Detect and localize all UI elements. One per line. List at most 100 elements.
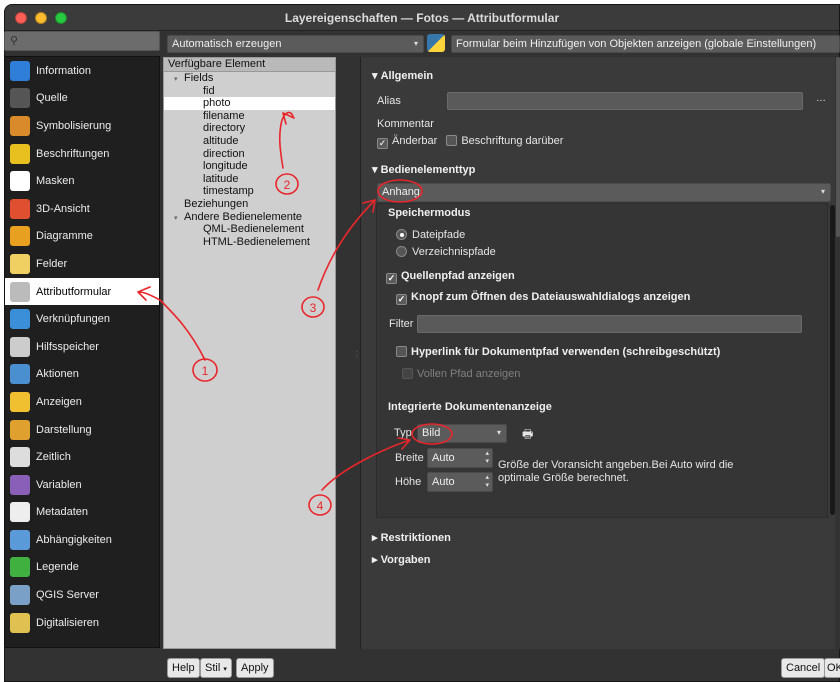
- tree-field-item[interactable]: fid: [164, 85, 335, 98]
- sidebar-item-information[interactable]: Information: [5, 57, 159, 85]
- constraints-section-header[interactable]: ▸ Restriktionen: [372, 531, 451, 544]
- close-window-button[interactable]: [15, 12, 27, 24]
- tree-item-label: Andere Bedienelemente: [184, 210, 303, 223]
- sidebar-item-qgis-server[interactable]: QGIS Server: [5, 581, 159, 609]
- tree-group-item[interactable]: ▾ Fields: [164, 72, 335, 85]
- suppress-form-combo[interactable]: Formular beim Hinzufügen von Objekten an…: [451, 35, 840, 53]
- sidebar-item-metadaten[interactable]: Metadaten: [5, 499, 159, 527]
- tree-field-item[interactable]: HTML-Bedienelement: [164, 236, 335, 249]
- sidebar-item-aktionen[interactable]: Aktionen: [5, 361, 159, 389]
- general-section-header[interactable]: ▾ Allgemein: [372, 69, 433, 82]
- zoom-window-button[interactable]: [55, 12, 67, 24]
- viewer-type-combo[interactable]: Bild ▾: [417, 424, 507, 443]
- sidebar-item-quelle[interactable]: Quelle: [5, 85, 159, 113]
- label-on-top-checkbox[interactable]: [446, 135, 458, 146]
- expression-button[interactable]: …: [816, 93, 826, 104]
- sidebar-item-hilfsspeicher[interactable]: Hilfsspeicher: [5, 333, 159, 361]
- window-controls: [15, 12, 67, 24]
- sidebar-item-felder[interactable]: Felder: [5, 250, 159, 278]
- cancel-button[interactable]: Cancel: [781, 658, 826, 678]
- sidebar-item-verknüpfungen[interactable]: Verknüpfungen: [5, 305, 159, 333]
- sidebar-item-attributformular[interactable]: Attributformular: [5, 277, 159, 306]
- sidebar-item-label: Anzeigen: [36, 395, 82, 408]
- 3d-cube-icon: [10, 198, 30, 219]
- tree-field-item[interactable]: directory: [164, 122, 335, 135]
- tree-group-item[interactable]: ▾ Andere Bedienelemente: [164, 211, 335, 224]
- sidebar-item-variablen[interactable]: Variablen: [5, 471, 159, 499]
- expand-arrow-icon: ▸: [372, 554, 381, 566]
- joins-icon: [10, 309, 30, 330]
- tree-field-item[interactable]: QML-Bedienelement: [164, 223, 335, 236]
- panel-scrollbar[interactable]: [835, 57, 840, 649]
- tree-field-item[interactable]: photo: [164, 97, 335, 110]
- defaults-title: Vorgaben: [380, 554, 431, 566]
- expand-arrow-icon: ▾: [174, 76, 178, 83]
- diagram-icon: [10, 226, 30, 247]
- help-button[interactable]: Help: [167, 658, 200, 678]
- hyperlink-checkbox[interactable]: Hyperlink für Dokumentpfad verwenden (sc…: [396, 346, 720, 358]
- sidebar-item-beschriftungen[interactable]: Beschriftungen: [5, 140, 159, 168]
- sidebar-item-abhängigkeiten[interactable]: Abhängigkeiten: [5, 526, 159, 554]
- storage-option-directory-paths[interactable]: Verzeichnispfade: [396, 246, 496, 258]
- directory-paths-label: Verzeichnispfade: [412, 246, 496, 258]
- minimize-window-button[interactable]: [35, 12, 47, 24]
- ok-button[interactable]: OK: [824, 658, 840, 678]
- sidebar-search-input[interactable]: ⚲: [4, 31, 160, 51]
- tree-item-label: QML-Bedienelement: [203, 223, 304, 236]
- tree-group-item[interactable]: Beziehungen: [164, 198, 335, 211]
- widget-type-section-header[interactable]: ▾ Bedienelementtyp: [372, 163, 475, 176]
- checkbox-icon: [402, 368, 413, 379]
- widget-type-combo[interactable]: Anhang ▾: [377, 183, 831, 202]
- sidebar-item-label: Variablen: [36, 478, 82, 491]
- sidebar-item-zeitlich[interactable]: Zeitlich: [5, 443, 159, 471]
- show-source-path-checkbox[interactable]: ✓ Quellenpfad anzeigen: [386, 270, 515, 284]
- layout-combo[interactable]: Automatisch erzeugen ▾: [167, 35, 424, 53]
- rendering-brush-icon: [10, 419, 30, 440]
- tree-item-label: Fields: [184, 72, 214, 84]
- chevron-down-icon: ▾: [413, 39, 418, 48]
- editable-checkbox[interactable]: ✓ Änderbar Beschriftung darüber: [377, 135, 563, 149]
- tree-field-item[interactable]: latitude: [164, 173, 335, 186]
- show-open-button-checkbox[interactable]: ✓ Knopf zum Öffnen des Dateiauswahldialog…: [396, 291, 690, 305]
- sidebar-item-legende[interactable]: Legende: [5, 554, 159, 582]
- attachment-config-group: Speichermodus Dateipfade Verzeichnispfad…: [376, 203, 828, 518]
- style-menu-button[interactable]: Stil ▾: [200, 658, 232, 678]
- defaults-section-header[interactable]: ▸ Vorgaben: [372, 553, 431, 566]
- tree-item-label: directory: [203, 122, 246, 135]
- widget-type-value: Anhang: [382, 186, 420, 198]
- tree-field-item[interactable]: longitude: [164, 160, 335, 173]
- sidebar-item-label: Darstellung: [36, 423, 92, 436]
- viewer-type-label: Typ: [394, 427, 412, 439]
- apply-button[interactable]: Apply: [236, 658, 274, 678]
- sidebar-item-masken[interactable]: Masken: [5, 167, 159, 195]
- sidebar-item-digitalisieren[interactable]: Digitalisieren: [5, 609, 159, 637]
- tree-field-item[interactable]: altitude: [164, 135, 335, 148]
- viewer-width-spinbox[interactable]: Auto ▴ ▾: [427, 448, 493, 468]
- collapse-arrow-icon: ▾: [372, 164, 381, 176]
- sidebar-item-label: Symbolisierung: [36, 119, 112, 132]
- expand-arrow-icon: ▸: [372, 532, 381, 544]
- sidebar-item-symbolisierung[interactable]: Symbolisierung: [5, 112, 159, 140]
- masks-icon: [10, 171, 30, 192]
- sidebar-item-label: Masken: [36, 175, 75, 188]
- tree-item-label: photo: [203, 97, 231, 110]
- full-path-checkbox[interactable]: Vollen Pfad anzeigen: [402, 368, 520, 380]
- digitize-icon: [10, 612, 30, 633]
- alias-input[interactable]: [447, 92, 803, 110]
- tree-field-item[interactable]: timestamp: [164, 185, 335, 198]
- sidebar-item-darstellung[interactable]: Darstellung: [5, 416, 159, 444]
- python-init-icon[interactable]: [427, 34, 445, 52]
- splitter-handle[interactable]: ⋮: [353, 350, 361, 370]
- sidebar-item-anzeigen[interactable]: Anzeigen: [5, 388, 159, 416]
- sidebar-item-diagramme[interactable]: Diagramme: [5, 223, 159, 251]
- qgis-server-icon: [10, 585, 30, 606]
- tree-field-item[interactable]: direction: [164, 148, 335, 161]
- sidebar-item-3d-ansicht[interactable]: 3D-Ansicht: [5, 195, 159, 223]
- tree-field-item[interactable]: filename: [164, 110, 335, 123]
- filter-input[interactable]: [417, 315, 802, 333]
- panel-scrollbar-thumb[interactable]: [836, 57, 840, 237]
- form-icon: [10, 281, 30, 302]
- viewer-height-spinbox[interactable]: Auto ▴ ▾: [427, 472, 493, 492]
- storage-option-file-paths[interactable]: Dateipfade: [396, 229, 465, 241]
- viewer-options-icon[interactable]: 🖶: [522, 425, 533, 446]
